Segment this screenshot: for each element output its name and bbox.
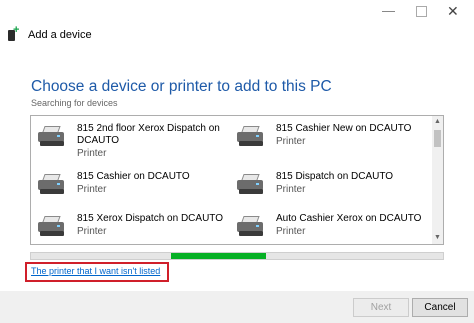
cancel-button[interactable]: Cancel	[412, 298, 468, 317]
close-button[interactable]: ✕	[447, 2, 459, 20]
device-item[interactable]: 815 Cashier New on DCAUTO Printer	[237, 123, 411, 157]
device-name: 815 Cashier on DCAUTO	[77, 171, 190, 182]
printer-icon	[38, 125, 68, 147]
window-title: Add a device	[28, 29, 92, 41]
printer-not-listed-link[interactable]: The printer that I want isn't listed	[31, 266, 160, 276]
printer-icon	[237, 215, 267, 237]
search-status: Searching for devices	[31, 98, 118, 108]
device-name: 815 Xerox Dispatch on DCAUTO	[77, 213, 223, 224]
device-name: 815 Cashier New on DCAUTO	[276, 123, 412, 134]
add-device-icon: +	[8, 25, 20, 42]
device-type: Printer	[77, 148, 107, 159]
device-type: Printer	[77, 184, 107, 195]
search-progress-bar	[30, 252, 444, 260]
printer-icon	[237, 125, 267, 147]
device-item[interactable]: 815 2nd floor Xerox Dispatch on DCAUTO P…	[38, 123, 227, 159]
scroll-thumb[interactable]	[434, 130, 441, 147]
scroll-down-arrow-icon[interactable]: ▼	[433, 233, 442, 243]
printer-icon	[38, 215, 68, 237]
maximize-button	[416, 6, 427, 17]
window-header: + Add a device	[8, 25, 92, 45]
device-name: 815 2nd floor Xerox Dispatch on DCAUTO	[77, 123, 220, 146]
page-title: Choose a device or printer to add to thi…	[31, 78, 332, 95]
printer-icon	[237, 173, 267, 195]
device-item[interactable]: 815 Xerox Dispatch on DCAUTO Printer	[38, 213, 223, 244]
minimize-button[interactable]: —	[382, 2, 395, 20]
progress-fill	[171, 253, 266, 259]
device-list[interactable]: 815 2nd floor Xerox Dispatch on DCAUTO P…	[30, 115, 444, 245]
device-item[interactable]: 815 Cashier on DCAUTO Printer	[38, 171, 190, 205]
device-name: 815 Dispatch on DCAUTO	[276, 171, 394, 182]
device-item[interactable]: Auto Cashier Xerox on DCAUTO Printer	[237, 213, 422, 244]
vertical-scrollbar[interactable]: ▲ ▼	[432, 116, 443, 244]
device-type: Printer	[276, 136, 306, 147]
next-button[interactable]: Next	[353, 298, 409, 317]
scroll-up-arrow-icon[interactable]: ▲	[433, 117, 442, 127]
device-item[interactable]: 815 Dispatch on DCAUTO Printer	[237, 171, 393, 205]
printer-icon	[38, 173, 68, 195]
device-type: Printer	[77, 226, 107, 237]
device-name: Auto Cashier Xerox on DCAUTO	[276, 213, 422, 224]
device-type: Printer	[276, 226, 306, 237]
device-type: Printer	[276, 184, 306, 195]
